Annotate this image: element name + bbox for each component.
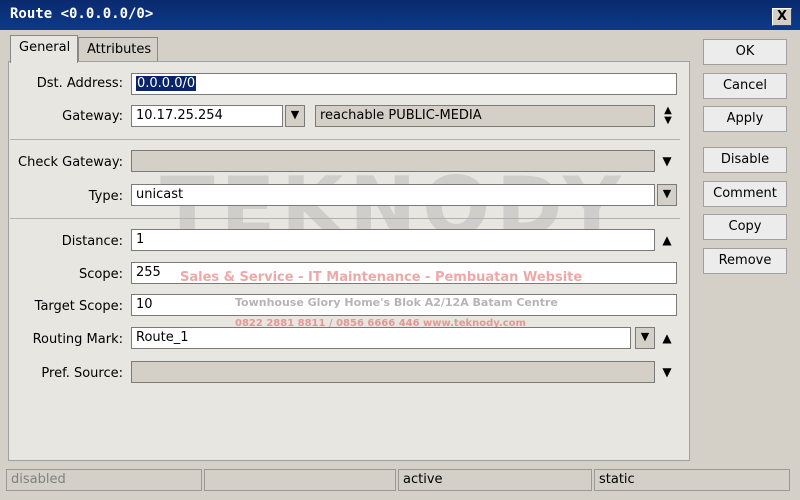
- dropdown-icon[interactable]: ▼: [657, 184, 677, 206]
- distance-input[interactable]: 1: [131, 229, 655, 251]
- type-label: Type:: [88, 189, 123, 204]
- apply-button[interactable]: Apply: [703, 106, 787, 132]
- separator: [10, 139, 680, 140]
- status-static: static: [594, 469, 790, 491]
- dst-address-label: Dst. Address:: [36, 76, 123, 91]
- watermark-contact: 0822 2881 8811 / 0856 6666 446 www.tekno…: [235, 318, 526, 329]
- down-arrow-icon[interactable]: ▼: [659, 154, 675, 168]
- ok-button[interactable]: OK: [703, 39, 787, 65]
- status-enabled: disabled: [6, 469, 202, 491]
- close-button[interactable]: X: [772, 8, 792, 26]
- target-scope-label: Target Scope:: [34, 299, 123, 314]
- separator: [10, 218, 680, 219]
- gateway-status: reachable PUBLIC-MEDIA: [315, 105, 655, 127]
- scope-label: Scope:: [79, 267, 123, 282]
- pref-source-label: Pref. Source:: [41, 366, 123, 381]
- gateway-input[interactable]: 10.17.25.254: [131, 105, 283, 127]
- status-active: active: [398, 469, 592, 491]
- down-arrow-icon[interactable]: ▼: [659, 365, 675, 379]
- up-arrow-icon[interactable]: ▲: [659, 233, 675, 247]
- comment-button[interactable]: Comment: [703, 181, 787, 207]
- dropdown-icon[interactable]: ▼: [635, 327, 655, 349]
- status-blank: [204, 469, 396, 491]
- routing-mark-input[interactable]: Route_1: [131, 327, 631, 349]
- tab-attributes[interactable]: Attributes: [78, 37, 158, 61]
- up-arrow-icon[interactable]: ▲: [659, 331, 675, 345]
- disable-button[interactable]: Disable: [703, 147, 787, 173]
- routing-mark-label: Routing Mark:: [32, 332, 123, 347]
- dst-address-value: 0.0.0.0/0: [136, 76, 197, 91]
- distance-label: Distance:: [61, 234, 123, 249]
- copy-button[interactable]: Copy: [703, 214, 787, 240]
- gateway-label: Gateway:: [62, 109, 123, 124]
- type-input[interactable]: unicast: [131, 184, 655, 206]
- dropdown-icon[interactable]: ▼: [285, 105, 305, 127]
- tab-general[interactable]: General: [10, 35, 78, 63]
- dst-address-input[interactable]: 0.0.0.0/0: [131, 73, 677, 95]
- window-title: Route <0.0.0.0/0>: [10, 6, 154, 22]
- watermark-services: Sales & Service - IT Maintenance - Pembu…: [180, 270, 583, 285]
- remove-button[interactable]: Remove: [703, 248, 787, 274]
- check-gateway-input[interactable]: [131, 150, 655, 172]
- cancel-button[interactable]: Cancel: [703, 73, 787, 99]
- check-gateway-label: Check Gateway:: [18, 155, 123, 170]
- pref-source-input[interactable]: [131, 361, 655, 383]
- watermark-address: Townhouse Glory Home's Blok A2/12A Batam…: [235, 296, 558, 309]
- updown-arrows-icon[interactable]: ▲ ▼: [660, 106, 676, 126]
